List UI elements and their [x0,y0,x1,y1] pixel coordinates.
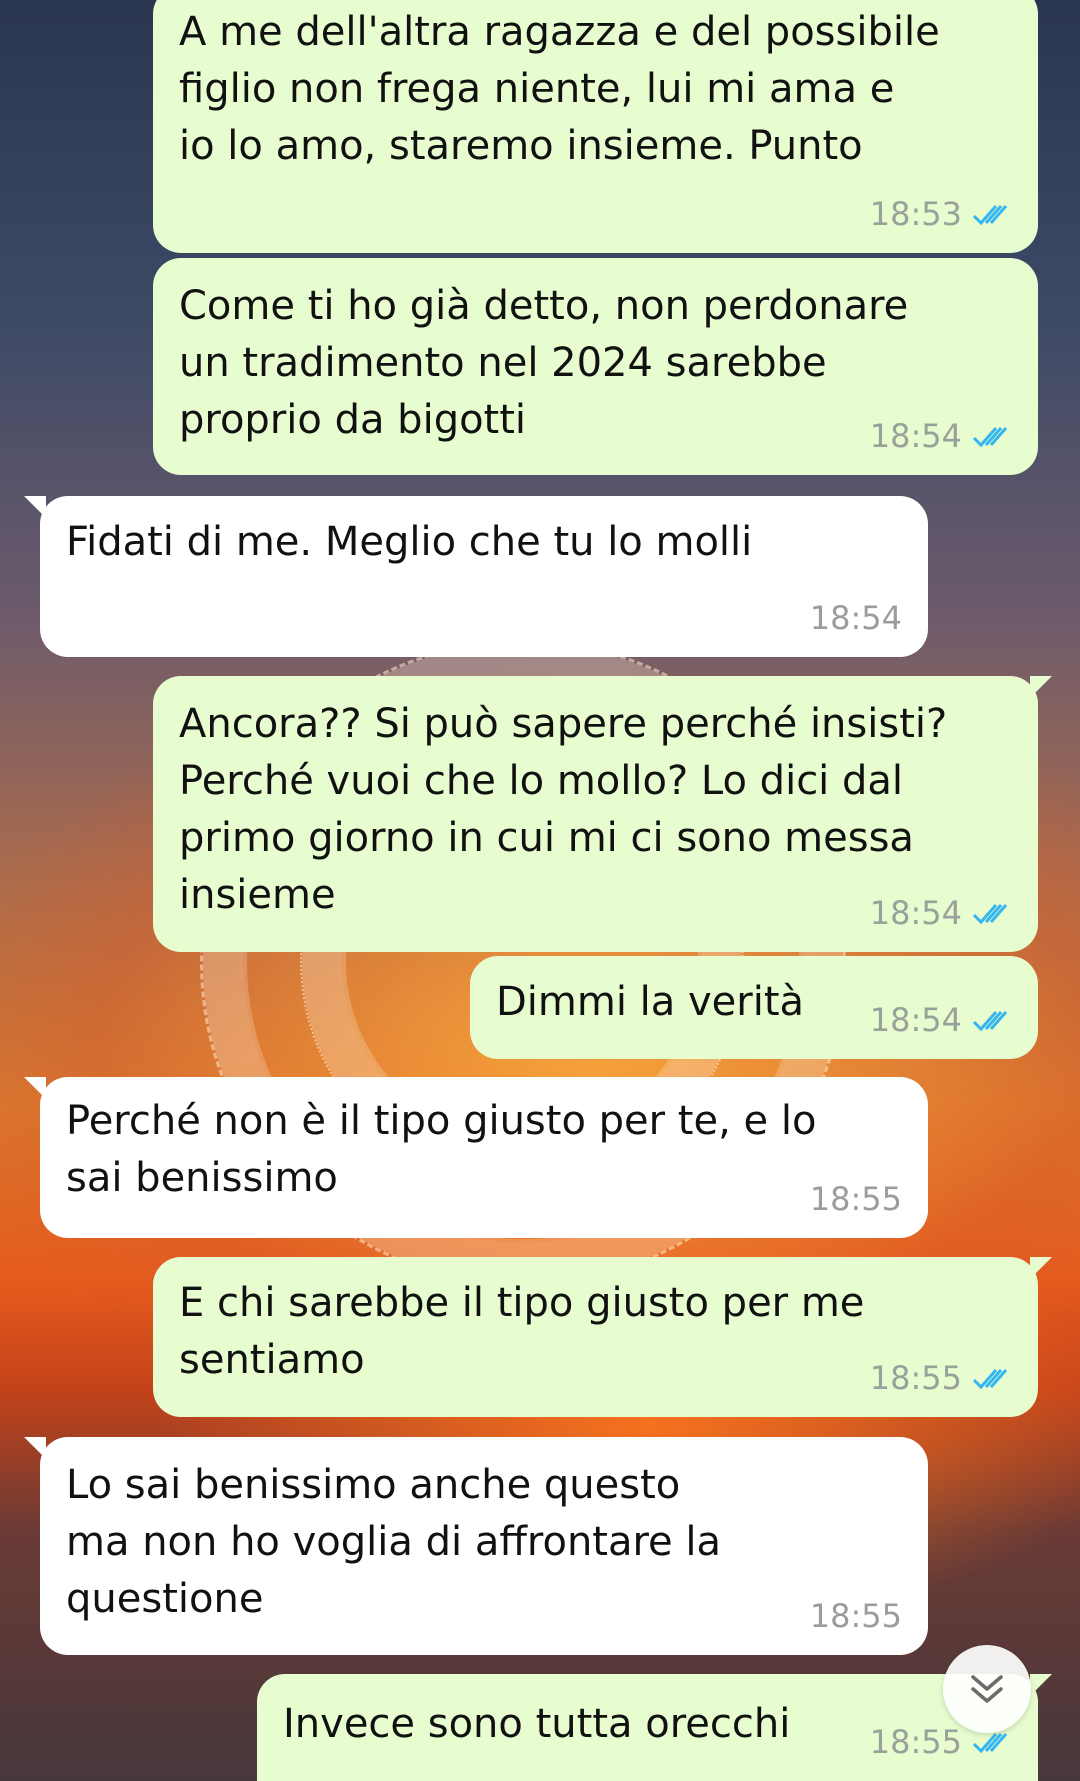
bubble-tail [24,1077,46,1099]
message-meta: 18:55 [810,1171,902,1228]
bubble-tail [1030,676,1052,698]
message-bubble-outgoing[interactable]: A me dell'altra ragazza e del possibile … [153,0,1038,253]
double-check-icon [972,204,1008,225]
message-meta: 18:54 [810,590,902,647]
message-bubble-outgoing[interactable]: E chi sarebbe il tipo giusto per me sent… [153,1257,1052,1417]
message-meta: 18:55 [810,1588,902,1645]
message-bubble-incoming[interactable]: Lo sai benissimo anche questo ma non ho … [24,1437,928,1655]
bubble-tail [1030,1257,1052,1279]
message-time: 18:53 [869,195,962,233]
message-bubble-outgoing[interactable]: Come ti ho già detto, non perdonare un t… [153,258,1038,475]
double-check-icon [972,1732,1008,1753]
message-time: 18:54 [809,599,902,637]
double-check-icon [972,426,1008,447]
message-text: A me dell'altra ragazza e del possibile … [179,9,940,169]
message-bubble-outgoing[interactable]: Dimmi la verità 18:54 [470,956,1038,1059]
message-text: Fidati di me. Meglio che tu lo molli [66,519,753,565]
message-time: 18:55 [869,1723,962,1761]
double-check-icon [972,1368,1008,1389]
message-meta: 18:54 [870,408,1014,465]
message-meta: 18:54 [870,992,1014,1049]
bubble-tail [24,496,46,518]
message-time: 18:54 [869,417,962,455]
message-text: Lo sai benissimo anche questo ma non ho … [66,1462,721,1622]
message-bubble-incoming[interactable]: Perché non è il tipo giusto per te, e lo… [24,1077,928,1238]
message-bubble-outgoing[interactable]: Ancora?? Si può sapere perché insisti? P… [153,676,1052,952]
message-time: 18:54 [869,1001,962,1039]
message-meta: 18:53 [870,186,1014,243]
double-check-icon [972,1010,1008,1031]
message-meta: 18:54 [870,885,1014,942]
message-time: 18:55 [869,1359,962,1397]
double-check-icon [972,903,1008,924]
message-bubble-incoming[interactable]: Fidati di me. Meglio che tu lo molli 18:… [24,496,928,657]
message-time: 18:54 [869,894,962,932]
message-time: 18:55 [809,1180,902,1218]
message-time: 18:55 [809,1597,902,1635]
bubble-tail [1030,1674,1052,1696]
chevron-double-down-icon [971,1675,1003,1703]
message-text: Perché non è il tipo giusto per te, e lo… [66,1098,817,1201]
scroll-to-bottom-button[interactable] [943,1645,1031,1733]
bubble-tail [24,1437,46,1459]
message-meta: 18:55 [870,1350,1014,1407]
message-bubble-outgoing[interactable]: Invece sono tutta orecchi 18:55 [257,1674,1052,1781]
